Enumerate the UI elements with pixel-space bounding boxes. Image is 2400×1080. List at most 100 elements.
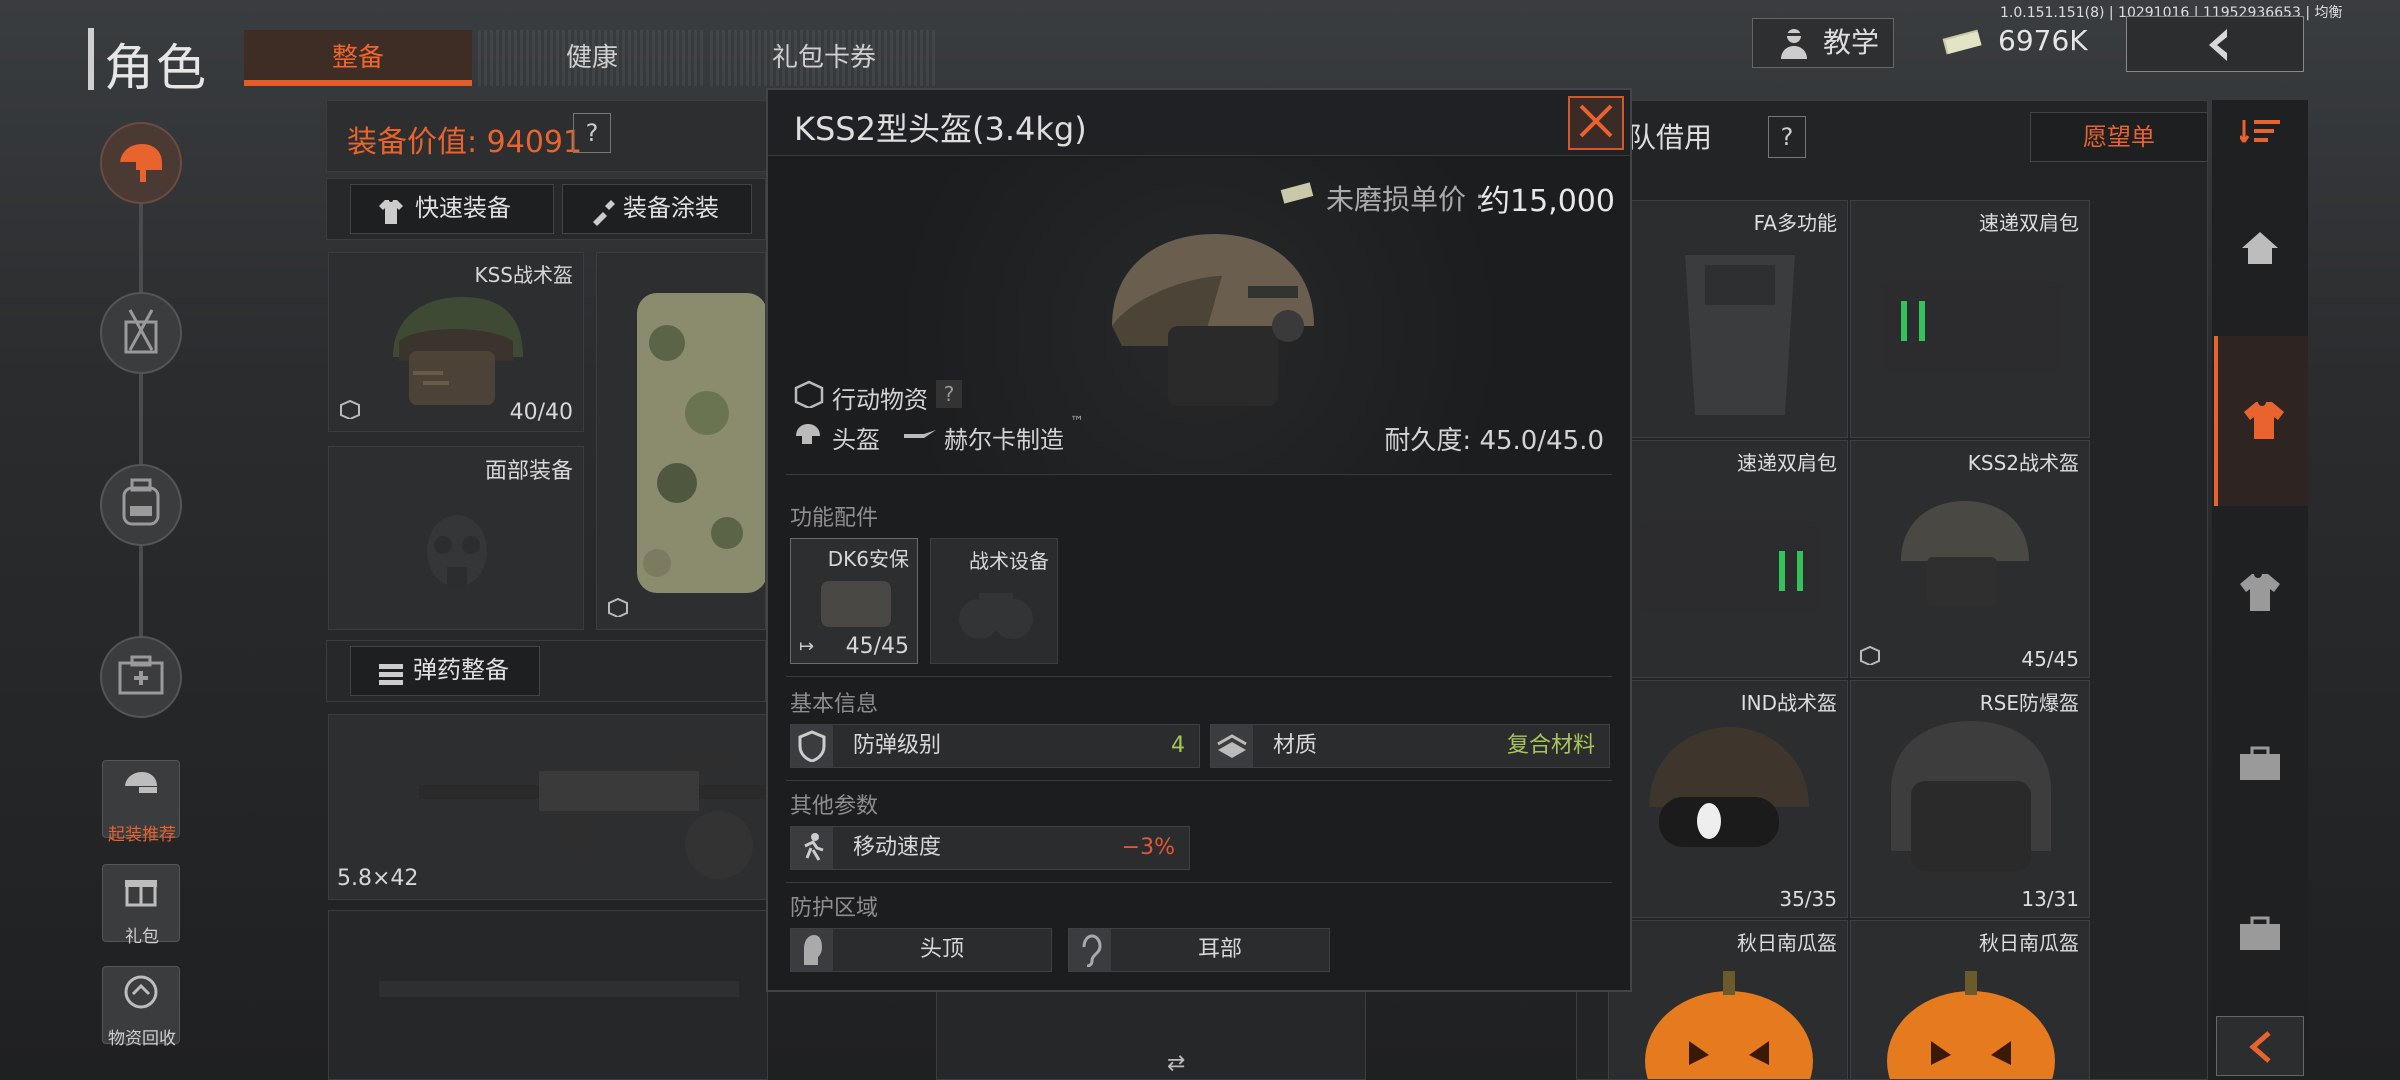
close-icon [1577,102,1615,144]
face-slot-label: 面部装备 [484,459,573,484]
item-type: 头盔 [832,426,880,454]
trademark: ™ [1070,414,1084,430]
knife-icon [902,424,938,448]
durability: 耐久度: 45.0/45.0 [1384,426,1604,456]
box-icon [339,399,361,423]
back-button[interactable] [2126,16,2304,72]
tab-health[interactable]: 健康 [478,30,706,86]
backpack-item-icon [1871,261,2071,395]
recycle-icon [121,972,161,1016]
secondary-weapon-slot[interactable] [328,910,768,1080]
divider [786,780,1612,781]
tutorial-button[interactable]: 教学 [1752,18,1894,68]
gift-label: 礼包 [125,927,159,947]
close-button[interactable] [1568,96,1624,150]
shield-icon [791,725,833,767]
modal-title: KSS2型头盔(3.4kg) [794,110,1087,148]
tab-giftcards[interactable]: 礼包卡券 [710,30,938,86]
sidebar-item-bag[interactable] [100,464,182,546]
gift-icon [122,871,160,913]
helmet-slot[interactable]: KSS战术盔 40/40 [328,252,584,432]
shirt-gray-icon[interactable] [2238,570,2282,618]
sidebar-track [139,160,143,680]
home-icon[interactable] [2240,230,2280,270]
face-slot[interactable]: 面部装备 [328,446,584,630]
paint-label: 装备涂装 [623,194,719,222]
kss2-helmet-icon [1891,491,2041,635]
wishlist-button[interactable]: 愿望单 [2030,112,2208,162]
currency-display: 6976K [1940,24,2088,57]
box-icon [794,380,824,412]
item-category: 行动物资 [832,386,928,414]
case2-icon[interactable] [2238,916,2282,956]
helmet-preview-icon [1098,226,1328,440]
zone-ear: 耳部 [1068,928,1330,972]
case-icon[interactable] [2238,746,2282,786]
pumpkin-icon [1639,961,1819,1079]
nav-shirt-active[interactable] [2214,336,2308,506]
borrow-item[interactable]: RSE防爆盔 13/31 [1850,680,2090,918]
ammo-prepare-button[interactable]: 弹药整备 [350,646,540,696]
equipment-value: 装备价值: 94091 [347,125,583,160]
collapse-button[interactable] [2216,1016,2304,1076]
armor-value: 4 [1171,733,1185,758]
rse-helmet-icon [1871,711,2071,895]
team-borrow-help[interactable]: ? [1768,116,1806,158]
pouch-icon [1665,225,1815,429]
quick-equip-button[interactable]: 快速装备 [350,184,554,234]
borrow-item[interactable]: 秋日南瓜盔 [1608,920,1848,1080]
helmet-gun-icon [114,136,168,190]
rifle2-icon [379,961,739,1025]
vest-box-icon [607,597,629,621]
zone-head: 头顶 [790,928,1052,972]
material-stat: 材质 复合材料 [1210,724,1610,768]
move-speed-stat: 移动速度 −3% [790,826,1190,870]
weapon-caliber: 5.8×42 [337,866,419,891]
zone-ear-label: 耳部 [1197,937,1242,962]
ind-helmet-icon [1639,717,1819,891]
sidebar-item-equipment[interactable] [100,122,182,204]
borrow-item[interactable]: KSS2战术盔 45/45 [1850,440,2090,678]
sort-icon[interactable] [2238,116,2284,150]
section-basic: 基本信息 [790,692,879,717]
borrow-item[interactable]: 速递双肩包 [1608,440,1848,678]
cash-icon [1940,26,1984,63]
sidebar-item-medkit[interactable] [100,636,182,718]
borrow-item[interactable]: 速递双肩包 [1850,200,2090,438]
helmet-small-icon [794,420,822,452]
primary-weapon-slot[interactable]: 5.8×42 [328,714,768,900]
material-label: 材质 [1273,733,1318,758]
backpack-item-icon-2 [1629,501,1829,635]
shirt-orange-icon [2242,398,2286,446]
attachment-slot-1[interactable]: DK6安保 ↦ 45/45 [790,538,918,664]
attachment-slot-2[interactable]: 战术设备 [930,538,1058,664]
divider [786,882,1612,883]
extra-slot[interactable]: ⇄ [936,990,1366,1080]
teacher-icon [1775,25,1813,78]
sidebar-item-backpack[interactable] [100,292,182,374]
paint-button[interactable]: 装备涂装 [562,184,752,234]
running-icon [791,827,833,869]
exit-icon: ↦ [799,636,815,657]
price-label: 未磨损单价 : [1326,183,1485,216]
section-other: 其他参数 [790,794,879,819]
borrow-item[interactable]: 秋日南瓜盔 [1850,920,2090,1080]
vest-icon [617,273,765,617]
bag-icon [118,476,164,534]
cash-icon [1278,178,1316,210]
borrow-item[interactable]: FA多功能 [1608,200,1848,438]
tab-prepare[interactable]: 整备 [244,30,472,86]
backpack-icon [116,304,166,362]
material-icon [1211,725,1253,767]
vest-slot[interactable] [596,252,766,630]
visor-icon [811,575,901,639]
chevron-left-icon [2247,1029,2275,1069]
item-maker: 赫尔卡制造 [944,426,1064,454]
section-attachments: 功能配件 [790,506,879,531]
equipment-value-help[interactable]: ? [573,113,611,153]
borrow-item[interactable]: IND战术盔 35/35 [1608,680,1848,918]
category-help[interactable]: ? [936,380,962,408]
attachment-1-name: DK6安保 [827,547,909,571]
item-preview: 未磨损单价 : 约15,000 行动物资 ? 头盔 赫尔卡制造 ™ 耐久度: 4… [768,158,1630,474]
loadout-icon [121,767,161,807]
